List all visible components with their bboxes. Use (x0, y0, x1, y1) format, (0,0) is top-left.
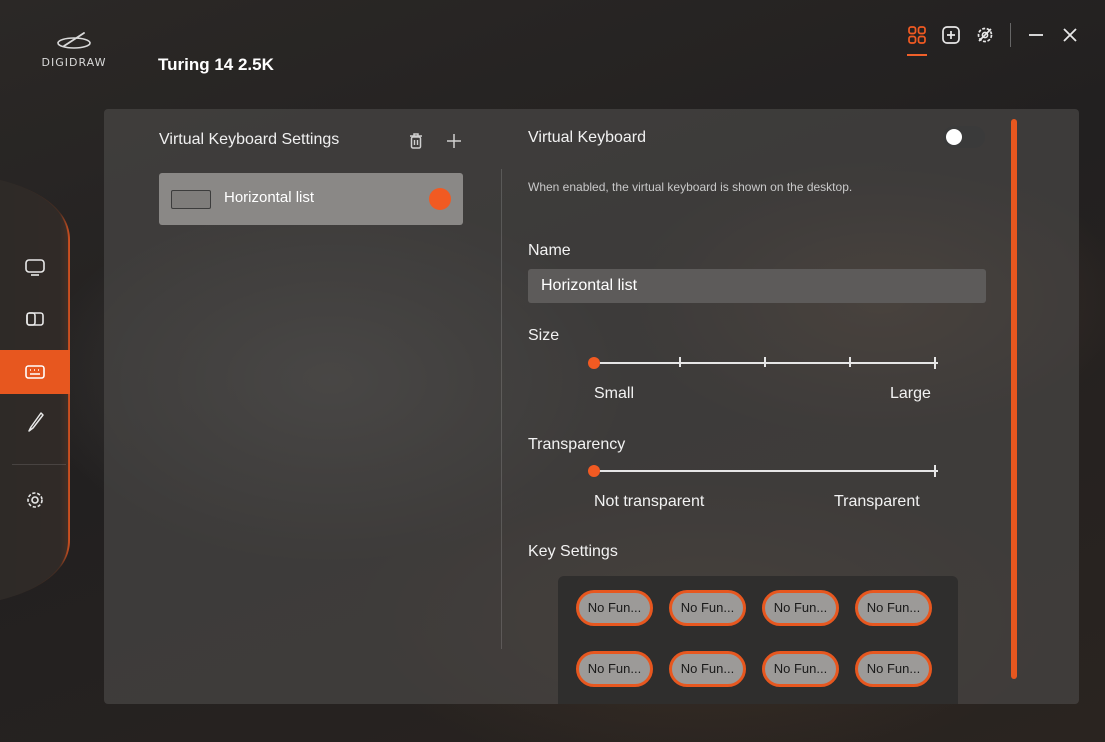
main-panel: Virtual Keyboard Settings Horizontal lis… (104, 109, 1079, 704)
logo-mark-icon (57, 32, 91, 49)
key-button-7[interactable]: No Fun... (762, 651, 839, 687)
key-button-5[interactable]: No Fun... (576, 651, 653, 687)
panel-divider (501, 169, 502, 649)
virtual-keyboard-toggle[interactable] (943, 126, 985, 148)
add-keyboard-button[interactable] (442, 129, 466, 153)
settings-gear-icon (977, 27, 993, 43)
keyboard-settings-title: Virtual Keyboard Settings (159, 131, 340, 148)
add-box-icon (942, 26, 960, 44)
app-logo: DIGIDRAW (26, 30, 122, 72)
transparency-slider-thumb[interactable] (588, 465, 600, 477)
gear-icon (27, 492, 43, 508)
size-slider-tick (679, 357, 681, 367)
size-slider-tick (764, 357, 766, 367)
size-max-label: Large (890, 385, 931, 402)
key-button-6[interactable]: No Fun... (669, 651, 746, 687)
title-bar: DIGIDRAW Turing 14 2.5K (0, 0, 1105, 95)
transparency-max-label: Transparent (834, 493, 920, 510)
grid-view-button[interactable] (900, 20, 934, 56)
transparency-label: Transparency (528, 436, 626, 453)
minimize-icon (1029, 34, 1043, 36)
multi-screen-icon (26, 312, 44, 326)
keyboard-detail-panel: Virtual Keyboard When enabled, the virtu… (528, 109, 988, 704)
display-icon (25, 259, 45, 276)
close-icon (1063, 28, 1077, 42)
close-button[interactable] (1053, 20, 1087, 50)
device-name: Turing 14 2.5K (158, 55, 274, 74)
nav-settings[interactable] (0, 478, 70, 522)
key-button-8[interactable]: No Fun... (855, 651, 932, 687)
plus-icon (447, 134, 461, 148)
transparency-slider[interactable] (588, 462, 940, 482)
transparency-min-label: Not transparent (594, 493, 705, 510)
key-button-4[interactable]: No Fun... (855, 590, 932, 626)
name-input[interactable]: Horizontal list (528, 269, 986, 303)
add-device-button[interactable] (934, 20, 968, 50)
key-grid: No Fun... No Fun... No Fun... No Fun... … (558, 576, 958, 704)
nav-pen[interactable] (0, 400, 70, 444)
pen-icon (28, 412, 44, 432)
size-min-label: Small (594, 385, 635, 402)
sidebar (0, 180, 72, 600)
keyboard-list-item-label: Horizontal list (224, 189, 315, 206)
size-slider-tick (849, 357, 851, 367)
size-slider-track (594, 362, 938, 364)
scrollbar[interactable] (1011, 119, 1017, 679)
trash-icon (410, 133, 422, 149)
key-button-3[interactable]: No Fun... (762, 590, 839, 626)
keyboard-list-item[interactable]: Horizontal list (159, 173, 463, 225)
name-label: Name (528, 242, 571, 259)
titlebar-controls (900, 20, 1087, 56)
sidebar-divider (12, 464, 66, 465)
size-slider[interactable] (588, 354, 940, 374)
size-slider-thumb[interactable] (588, 357, 600, 369)
nav-multi-screen[interactable] (0, 297, 70, 341)
settings-button[interactable] (968, 20, 1002, 50)
selected-indicator (429, 188, 451, 210)
virtual-keyboard-description: When enabled, the virtual keyboard is sh… (528, 180, 853, 194)
delete-keyboard-button[interactable] (404, 129, 428, 153)
minimize-button[interactable] (1019, 20, 1053, 50)
size-label: Size (528, 327, 560, 344)
keyboard-thumbnail-icon (171, 190, 211, 209)
titlebar-divider (1010, 23, 1011, 47)
toggle-knob (946, 129, 962, 145)
keyboard-icon (25, 365, 45, 379)
virtual-keyboard-title: Virtual Keyboard (528, 129, 646, 146)
key-button-2[interactable]: No Fun... (669, 590, 746, 626)
nav-virtual-keyboard[interactable] (0, 350, 70, 394)
logo-text: DIGIDRAW (41, 56, 107, 69)
nav-display[interactable] (0, 245, 70, 289)
grid-icon (908, 26, 926, 44)
key-settings-label: Key Settings (528, 543, 618, 560)
transparency-slider-end (934, 465, 936, 477)
transparency-slider-track (594, 470, 938, 472)
key-button-1[interactable]: No Fun... (576, 590, 653, 626)
size-slider-end (934, 357, 936, 369)
